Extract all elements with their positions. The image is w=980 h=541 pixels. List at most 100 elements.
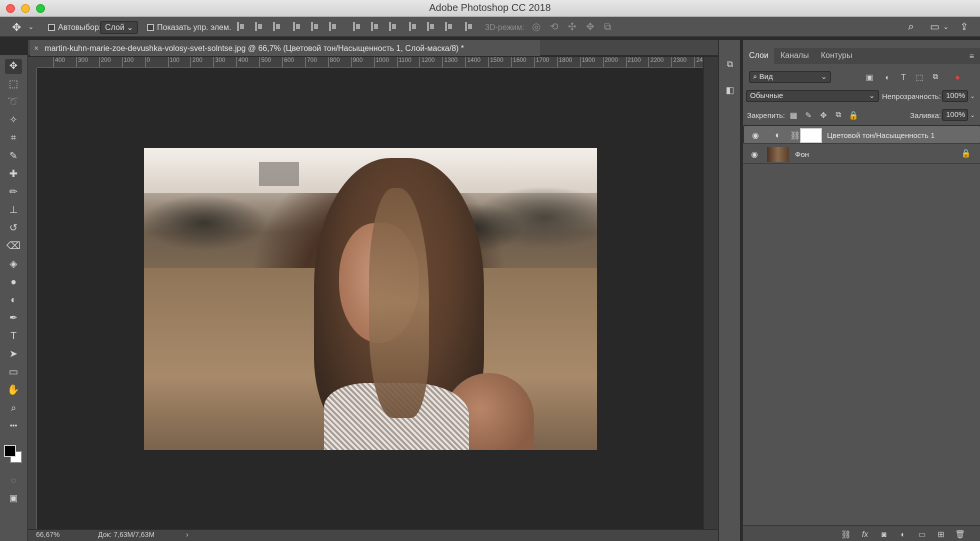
- chevron-down-icon[interactable]: ⌄: [970, 112, 975, 119]
- show-controls-checkbox[interactable]: Показать упр. элем.: [147, 17, 231, 37]
- 3d-slide-icon[interactable]: ✥: [586, 17, 594, 37]
- workspace-icon[interactable]: ▭: [930, 17, 939, 37]
- filter-smart-object-icon[interactable]: ⧉: [931, 72, 940, 82]
- chevron-down-icon[interactable]: ⌄: [943, 17, 949, 37]
- chevron-down-icon[interactable]: ⌄: [28, 17, 34, 37]
- lock-image-icon[interactable]: ✎: [804, 111, 813, 120]
- status-menu-arrow[interactable]: ›: [186, 532, 188, 539]
- distribute-vcenter-icon[interactable]: [370, 22, 379, 31]
- filter-shape-icon[interactable]: ⬚: [915, 73, 924, 82]
- autoselect-checkbox[interactable]: Автовыбор:: [48, 17, 101, 37]
- layer-name[interactable]: Фон: [795, 150, 809, 159]
- lock-position-icon[interactable]: ✥: [819, 111, 828, 120]
- fill-input[interactable]: 100%: [942, 109, 968, 121]
- search-icon[interactable]: ⌕: [908, 17, 914, 37]
- ruler-corner[interactable]: [28, 57, 37, 68]
- align-vcenter-icon[interactable]: [310, 22, 319, 31]
- layer-filter-dropdown[interactable]: ⌕ Вид ⌄: [749, 71, 831, 83]
- align-bottom-icon[interactable]: [328, 22, 337, 31]
- eyedropper-icon[interactable]: ✎: [5, 149, 22, 164]
- screen-mode-icon[interactable]: ▣: [5, 491, 22, 506]
- visibility-eye-icon[interactable]: ◉: [751, 131, 760, 140]
- document-image[interactable]: [144, 148, 597, 450]
- brush-icon[interactable]: ✏: [5, 185, 22, 200]
- panel-menu-icon[interactable]: ≡: [969, 52, 974, 61]
- marquee-icon[interactable]: ⬚: [5, 77, 22, 92]
- type-icon[interactable]: T: [5, 329, 22, 344]
- 3d-orbit-icon[interactable]: ◎: [532, 17, 541, 37]
- link-layers-icon[interactable]: ⛓: [841, 529, 851, 539]
- crop-icon[interactable]: ⌗: [5, 131, 22, 146]
- properties-icon[interactable]: ⧉: [724, 58, 736, 70]
- align-top-icon[interactable]: [292, 22, 301, 31]
- layer-row[interactable]: ◉ Фон 🔒: [743, 145, 980, 164]
- distribute-right-icon[interactable]: [444, 22, 453, 31]
- clone-stamp-icon[interactable]: ⊥: [5, 203, 22, 218]
- 3d-scale-icon[interactable]: ⧉: [604, 17, 611, 37]
- magic-wand-icon[interactable]: ✧: [5, 113, 22, 128]
- vertical-ruler[interactable]: [28, 68, 37, 529]
- lock-pixels-icon[interactable]: ▦: [789, 111, 798, 120]
- filter-type-icon[interactable]: T: [899, 73, 908, 82]
- distribute-top-icon[interactable]: [352, 22, 361, 31]
- zoom-icon[interactable]: ⌕: [5, 401, 22, 416]
- visibility-eye-icon[interactable]: ◉: [750, 150, 759, 159]
- filter-pixel-icon[interactable]: ▣: [865, 73, 874, 82]
- healing-brush-icon[interactable]: ✚: [5, 167, 22, 182]
- layer-row[interactable]: ◉ ◐ ⛓ Цветовой тон/Насыщенность 1: [743, 125, 980, 144]
- path-selection-icon[interactable]: ➤: [5, 347, 22, 362]
- lasso-icon[interactable]: ➰: [5, 95, 22, 110]
- chain-link-icon[interactable]: ⛓: [790, 131, 800, 141]
- paint-bucket-icon[interactable]: ◈: [5, 257, 22, 272]
- pen-icon[interactable]: ✒: [5, 311, 22, 326]
- adjustments-icon[interactable]: ◧: [724, 84, 736, 96]
- distribute-bottom-icon[interactable]: [388, 22, 397, 31]
- blur-icon[interactable]: ●: [5, 275, 22, 290]
- filter-toggle-icon[interactable]: ●: [953, 73, 962, 82]
- dodge-icon[interactable]: ◐: [5, 293, 22, 308]
- lock-all-icon[interactable]: 🔒: [849, 111, 859, 120]
- share-icon[interactable]: ⇪: [960, 17, 968, 37]
- hand-icon[interactable]: ✋: [5, 383, 22, 398]
- rectangle-icon[interactable]: ▭: [5, 365, 22, 380]
- more-tools-icon[interactable]: •••: [5, 419, 22, 434]
- align-right-icon[interactable]: [272, 22, 281, 31]
- foreground-color-swatch[interactable]: [4, 445, 16, 457]
- fx-icon[interactable]: fx: [860, 529, 870, 539]
- move-tool-icon[interactable]: ✥: [12, 17, 21, 37]
- blend-mode-dropdown[interactable]: Обычные ⌄: [746, 90, 879, 102]
- layer-mask-thumbnail[interactable]: [800, 128, 822, 143]
- ruler-tick: 200: [98, 57, 111, 67]
- auto-align-icon[interactable]: [464, 22, 473, 31]
- opacity-input[interactable]: 100%: [942, 90, 968, 102]
- vertical-scrollbar[interactable]: [703, 57, 718, 529]
- filter-adjustment-icon[interactable]: ◐: [883, 73, 892, 82]
- add-mask-icon[interactable]: ◙: [879, 529, 889, 539]
- new-layer-icon[interactable]: ⊞: [936, 529, 946, 539]
- new-adjustment-icon[interactable]: ◐: [898, 529, 908, 539]
- tab-paths[interactable]: Контуры: [815, 48, 858, 64]
- quick-mask-icon[interactable]: ◌: [5, 473, 22, 488]
- close-tab-icon[interactable]: ×: [34, 44, 39, 53]
- align-left-icon[interactable]: [236, 22, 245, 31]
- 3d-pan-icon[interactable]: ✣: [568, 17, 576, 37]
- lock-artboard-icon[interactable]: ⧉: [834, 110, 843, 120]
- tab-channels[interactable]: Каналы: [774, 48, 814, 64]
- distribute-left-icon[interactable]: [408, 22, 417, 31]
- history-brush-icon[interactable]: ↺: [5, 221, 22, 236]
- tab-layers[interactable]: Слои: [743, 48, 775, 64]
- zoom-level[interactable]: 66,67%: [36, 532, 60, 539]
- align-hcenter-icon[interactable]: [254, 22, 263, 31]
- autoselect-dropdown[interactable]: Слой ⌄: [100, 20, 139, 34]
- document-tab[interactable]: × martin-kuhn-marie-zoe-devushka-volosy-…: [30, 40, 540, 56]
- chevron-down-icon[interactable]: ⌄: [970, 93, 975, 100]
- distribute-hcenter-icon[interactable]: [426, 22, 435, 31]
- eraser-icon[interactable]: ⌫: [5, 239, 22, 254]
- layer-name[interactable]: Цветовой тон/Насыщенность 1: [827, 131, 935, 141]
- trash-icon[interactable]: 🗑: [955, 529, 965, 539]
- new-group-icon[interactable]: ▭: [917, 529, 927, 539]
- horizontal-ruler[interactable]: 400 300 200 100 0 100 200 300 400 500 600 700 800 900…: [37, 57, 703, 68]
- layer-thumbnail[interactable]: [767, 147, 789, 162]
- move-icon[interactable]: ✥: [5, 59, 22, 74]
- 3d-roll-icon[interactable]: ⟲: [550, 17, 558, 37]
